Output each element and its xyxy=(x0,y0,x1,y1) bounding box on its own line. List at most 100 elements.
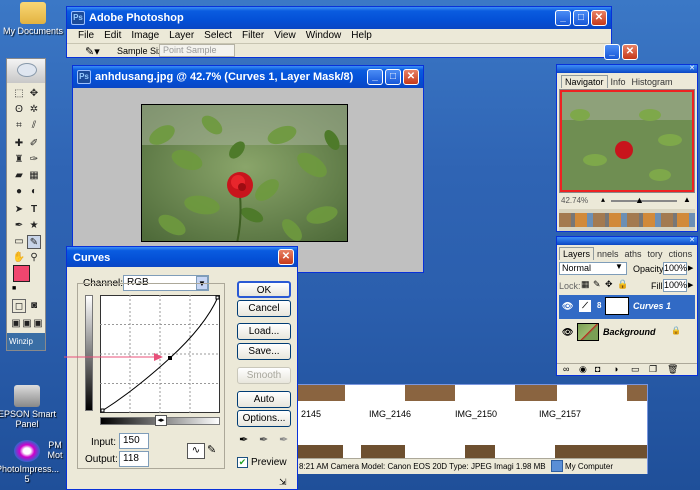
lasso-icon[interactable]: ʘ xyxy=(12,103,26,117)
curves-title-bar[interactable]: Curves ✕ xyxy=(67,247,297,267)
navigator-preview[interactable] xyxy=(559,89,695,193)
bg-minimize-button[interactable]: _ xyxy=(604,44,620,60)
imageready-jump[interactable]: Winzip xyxy=(7,333,45,350)
menu-select[interactable]: Select xyxy=(199,30,237,41)
doc-maximize-button[interactable]: □ xyxy=(385,69,401,85)
hand-icon[interactable]: ✋ xyxy=(12,251,26,265)
quick-mask-icon[interactable]: ◙ xyxy=(27,299,41,313)
file-name[interactable]: IMG_2150 xyxy=(455,409,497,419)
zoom-value[interactable]: 42.74% xyxy=(561,196,588,205)
chain-icon[interactable]: 8 xyxy=(597,301,601,310)
layer-mask-thumb[interactable] xyxy=(605,297,629,315)
lock-transparency-icon[interactable]: ▦ xyxy=(581,279,590,290)
history-brush-icon[interactable]: ✑ xyxy=(27,153,41,167)
gray-eyedropper-icon[interactable]: ✒ xyxy=(259,433,268,446)
shape-icon[interactable]: ★ xyxy=(27,219,41,233)
file-name[interactable]: IMG_2157 xyxy=(539,409,581,419)
foreground-color-swatch[interactable] xyxy=(13,265,30,282)
zoom-icon[interactable]: ⚲ xyxy=(27,251,41,265)
default-colors-icon[interactable]: ■ xyxy=(12,285,16,292)
desktop-icon-my-documents[interactable]: My Documents xyxy=(2,2,64,36)
screen-mode-full-icon[interactable]: ▣ xyxy=(31,317,45,331)
eyedropper-icon[interactable]: ✎▾ xyxy=(85,45,100,58)
navigator-title-strip[interactable]: ✕ xyxy=(557,65,697,73)
new-layer-icon[interactable]: ❐ xyxy=(649,364,657,375)
file-name[interactable]: 2145 xyxy=(301,409,321,419)
blend-mode-dropdown-icon[interactable]: ▼ xyxy=(615,262,623,271)
slice-icon[interactable]: ⫽ xyxy=(27,119,41,133)
preview-checkbox[interactable]: ✔ xyxy=(237,457,248,468)
magic-wand-icon[interactable]: ✲ xyxy=(27,103,41,117)
brush-icon[interactable]: ✐ xyxy=(27,137,41,151)
gradient-swap-icon[interactable]: ◂▸ xyxy=(155,415,167,426)
fill-field[interactable]: 100% xyxy=(663,279,687,292)
visibility-eye-icon[interactable]: 👁 xyxy=(562,301,573,312)
zoom-slider-thumb[interactable]: ▲ xyxy=(635,195,644,205)
eraser-icon[interactable]: ▰ xyxy=(12,169,26,183)
layer-row-background[interactable]: 👁 Background 🔒 xyxy=(559,321,695,345)
menu-help[interactable]: Help xyxy=(346,30,377,41)
path-selection-icon[interactable]: ➤ xyxy=(12,203,26,217)
bg-close-button[interactable]: ✕ xyxy=(622,44,638,60)
tab-layers[interactable]: Layers xyxy=(559,247,595,260)
zoom-slider[interactable] xyxy=(611,200,677,202)
menu-view[interactable]: View xyxy=(269,30,301,41)
zoom-in-icon[interactable]: ▲ xyxy=(683,195,691,204)
new-group-icon[interactable]: ▭ xyxy=(631,364,640,375)
curve-tool-icon[interactable]: ∿ xyxy=(187,443,205,459)
tab-paths[interactable]: aths xyxy=(622,248,645,260)
tab-info[interactable]: Info xyxy=(608,76,629,88)
layer-name[interactable]: Background xyxy=(603,327,656,337)
dodge-icon[interactable]: ◐ xyxy=(27,185,41,199)
opacity-arrow-icon[interactable]: ▶ xyxy=(688,264,693,272)
tab-actions[interactable]: ctions xyxy=(666,248,696,260)
curve-point-white[interactable] xyxy=(215,295,220,300)
menu-edit[interactable]: Edit xyxy=(99,30,126,41)
layers-close-icon[interactable]: ✕ xyxy=(689,236,695,244)
auto-button[interactable]: Auto xyxy=(237,391,291,408)
menu-window[interactable]: Window xyxy=(301,30,347,41)
options-button[interactable]: Options... xyxy=(237,410,291,427)
cancel-button[interactable]: Cancel xyxy=(237,300,291,317)
tab-navigator[interactable]: Navigator xyxy=(561,75,608,88)
pen-icon[interactable]: ✒ xyxy=(12,219,26,233)
black-eyedropper-icon[interactable]: ✒ xyxy=(239,433,248,446)
notes-icon[interactable]: ▭ xyxy=(12,235,26,249)
curve-point-active[interactable] xyxy=(168,356,172,360)
clone-stamp-icon[interactable]: ♜ xyxy=(12,153,26,167)
desktop-icon-epson[interactable]: EPSON Smart Panel xyxy=(0,385,58,429)
marquee-icon[interactable]: ⬚ xyxy=(12,87,26,101)
input-field[interactable]: 150 xyxy=(119,433,149,449)
curves-close-button[interactable]: ✕ xyxy=(278,249,294,265)
output-field[interactable]: 118 xyxy=(119,451,149,467)
white-eyedropper-icon[interactable]: ✒ xyxy=(279,433,288,446)
expand-icon[interactable]: ⇲ xyxy=(279,477,287,488)
photoshop-title-bar[interactable]: Ps Adobe Photoshop _ □ ✕ xyxy=(67,7,611,29)
layers-title-strip[interactable]: ✕ xyxy=(557,237,697,245)
move-icon[interactable]: ✥ xyxy=(27,87,41,101)
visibility-eye-icon[interactable]: 👁 xyxy=(562,327,573,338)
tab-histogram[interactable]: Histogram xyxy=(629,76,676,88)
menu-file[interactable]: File xyxy=(73,30,99,41)
blur-icon[interactable]: ● xyxy=(12,185,26,199)
zoom-out-icon[interactable]: ▴ xyxy=(601,195,605,204)
gradient-icon[interactable]: ▦ xyxy=(27,169,41,183)
close-button[interactable]: ✕ xyxy=(591,10,607,26)
tab-channels[interactable]: nnels xyxy=(594,248,622,260)
lock-position-icon[interactable]: ✥ xyxy=(605,279,613,290)
curve-point-black[interactable] xyxy=(100,408,105,413)
load-button[interactable]: Load... xyxy=(237,323,291,340)
tab-history[interactable]: tory xyxy=(645,248,666,260)
save-button[interactable]: Save... xyxy=(237,343,291,360)
sample-size-select[interactable]: Point Sample xyxy=(159,44,235,57)
add-mask-icon[interactable]: ◘ xyxy=(595,364,600,374)
menu-filter[interactable]: Filter xyxy=(237,30,269,41)
layer-row-curves[interactable]: 👁 ⟋ 8 Curves 1 xyxy=(559,295,695,319)
menu-image[interactable]: Image xyxy=(126,30,164,41)
file-name[interactable]: IMG_2146 xyxy=(369,409,411,419)
lock-all-icon[interactable]: 🔒 xyxy=(617,279,628,290)
document-title-bar[interactable]: Ps anhdusang.jpg @ 42.7% (Curves 1, Laye… xyxy=(73,66,423,88)
eyedropper-tool-icon[interactable]: ✎ xyxy=(27,235,41,249)
menu-layer[interactable]: Layer xyxy=(164,30,199,41)
lock-pixels-icon[interactable]: ✎ xyxy=(593,279,601,290)
